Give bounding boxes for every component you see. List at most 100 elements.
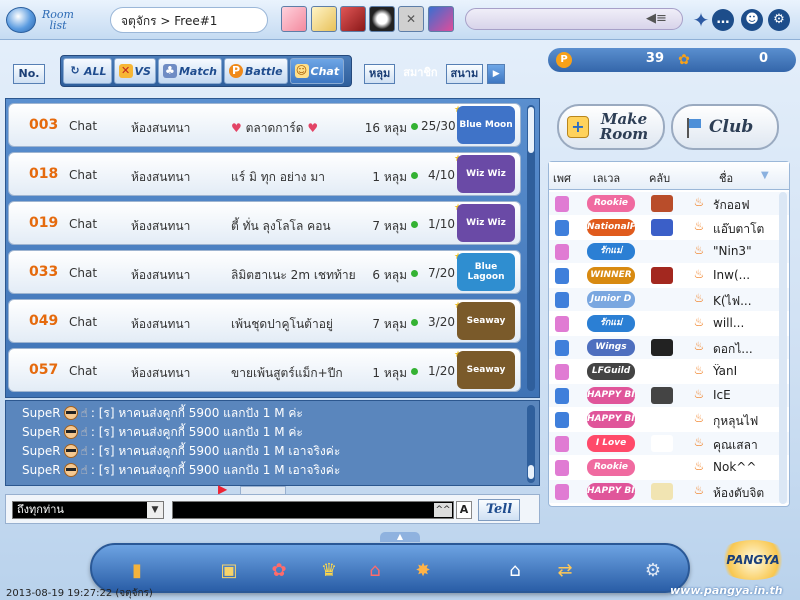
player-row[interactable]: HAPPY BIRTHDAY ♨ IcE — [549, 384, 789, 407]
sparkle-icon[interactable]: ✦ — [690, 9, 712, 31]
chat-resize-handle[interactable] — [240, 486, 286, 494]
male-icon — [555, 292, 569, 308]
sort-number-button[interactable]: No. — [13, 64, 45, 84]
cookie-icon: ✿ — [678, 52, 690, 68]
room-list-button[interactable]: Room list — [6, 4, 78, 36]
scrollbar-thumb[interactable] — [528, 107, 534, 153]
make-room-button[interactable]: + Make Room — [557, 104, 665, 150]
level-column-header[interactable]: เลเวล — [593, 169, 620, 187]
status-icon: ♨ — [693, 459, 705, 473]
megaphone-bar[interactable]: ◀≡ — [465, 8, 683, 30]
chevron-down-icon[interactable]: ▼ — [147, 502, 163, 518]
make-room-label: Make Room — [599, 110, 649, 143]
male-icon — [555, 388, 569, 404]
room-number: 057 — [29, 362, 59, 378]
club-column-header[interactable]: คลับ — [649, 169, 670, 187]
tell-button[interactable]: Tell — [478, 499, 520, 521]
swap-icon[interactable]: ⇄ — [548, 553, 582, 587]
sort-course-button[interactable]: สนาม — [445, 64, 484, 84]
chevron-right-icon[interactable]: ▶ — [487, 64, 506, 84]
player-name: แอ๊บตาโต — [713, 222, 765, 236]
room-row[interactable]: 057 Chat ห้องสนทนา ขายเพ้นสูตร์แม็ก+ปีก 1 หล… — [8, 348, 521, 392]
room-row[interactable]: 019 Chat ห้องสนทนา ตี้ ทั่น ลุงโลโล คอน 7 หล… — [8, 201, 521, 245]
trophy-icon[interactable]: ♛ — [312, 553, 346, 587]
room-row[interactable]: 033 Chat ห้องสนทนา ลิมิตฮาเนะ 2m เชทท้าย 6 ห… — [8, 250, 521, 294]
name-column-header[interactable]: ชื่อ — [719, 169, 733, 187]
dock-toggle[interactable]: ▲ — [380, 532, 420, 542]
home-icon[interactable]: ⌂ — [498, 553, 532, 587]
tab-battle[interactable]: P Battle — [223, 58, 288, 84]
player-list-scrollbar[interactable] — [779, 192, 787, 504]
player-row[interactable]: HAPPY BIRTHDAY ♨ ห้องตับจิต — [549, 480, 789, 503]
course-thumbnail: Seaway — [457, 351, 515, 389]
club-button[interactable]: Club — [671, 104, 779, 150]
mode-tabs: ↻ ALL ✕ VS ♣ Match P Battle ☺ Chat — [60, 55, 352, 87]
room-name: ♥ ตลาดการ์ด ♥ — [231, 119, 351, 138]
player-row[interactable]: Rookie ♨ Nok^^ — [549, 456, 789, 479]
chat-sender[interactable]: SupeR — [22, 444, 61, 458]
sort-holes-button[interactable]: หลุม — [364, 64, 396, 84]
player-avatar-icon[interactable] — [369, 6, 395, 32]
level-badge: WINNER — [587, 267, 635, 284]
player-row[interactable]: NationalPro E ♨ แอ๊บตาโต — [549, 216, 789, 239]
chat-sender[interactable]: SupeR — [22, 463, 61, 477]
ghost-icon[interactable]: ☻ — [741, 9, 763, 31]
player-avatar-icon[interactable] — [428, 6, 454, 32]
match-icon: ♣ — [162, 64, 177, 78]
chat-scrollbar[interactable] — [527, 405, 535, 483]
chat-sender[interactable]: SupeR — [22, 406, 61, 420]
tab-match[interactable]: ♣ Match — [157, 58, 222, 84]
settings-panel-icon[interactable]: ⚙ — [636, 553, 670, 587]
male-icon — [555, 340, 569, 356]
player-row[interactable]: รักแม่ ♨ "Nin3" — [549, 240, 789, 263]
chat-target-select[interactable]: ถึงทุกท่าน ▼ — [12, 501, 164, 519]
chat-text: : [ร] หาคนส่งคูกกี้ 5900 แลกปัง 1 M เอาจ… — [90, 462, 341, 477]
room-row[interactable]: 049 Chat ห้องสนทนา เพ้นชุดปาคูโนต้าอยู่ 7 หล… — [8, 299, 521, 343]
player-row[interactable]: HAPPY BIRTHDAY ♨ กุหลุนไฟ — [549, 408, 789, 431]
tab-vs[interactable]: ✕ VS — [113, 58, 156, 84]
room-list-scrollbar[interactable] — [527, 105, 535, 391]
player-avatar-icon[interactable] — [311, 6, 337, 32]
chat-input[interactable] — [172, 501, 454, 519]
player-row[interactable]: LFGuild ♨ ŸanI — [549, 360, 789, 383]
player-row[interactable]: I Love ♨ คุณเสลา — [549, 432, 789, 455]
club-label: Club — [709, 117, 754, 137]
exit-door-icon[interactable]: ▮ — [120, 553, 154, 587]
gender-column-header[interactable]: เพศ — [553, 169, 571, 187]
room-player-count: 7/20 — [428, 266, 455, 280]
status-icon: ♨ — [693, 339, 705, 353]
player-row[interactable]: WINNER ♨ Inw(... — [549, 264, 789, 287]
gift-icon[interactable]: ✿ — [262, 553, 296, 587]
player-name: K(ไฟ... — [713, 294, 752, 308]
chat-sender[interactable]: SupeR — [22, 425, 61, 439]
status-icon: ♨ — [693, 291, 705, 305]
shop-icon[interactable]: ▣ — [212, 553, 246, 587]
message-icon[interactable]: … — [712, 9, 734, 31]
mailbox-icon[interactable]: ⌂ — [358, 553, 392, 587]
gear-icon[interactable]: ⚙ — [768, 9, 790, 31]
scrollbar-thumb[interactable] — [528, 465, 534, 479]
tab-chat[interactable]: ☺ Chat — [289, 58, 345, 84]
room-name: ลิมิตฮาเนะ 2m เชทท้าย — [231, 266, 356, 285]
tab-all[interactable]: ↻ ALL — [63, 58, 112, 84]
close-icon[interactable]: ✕ — [398, 6, 424, 32]
font-button[interactable]: A — [456, 501, 472, 519]
player-row[interactable]: Wings ♨ ดอกไ... — [549, 336, 789, 359]
player-row[interactable]: Junior D ♨ K(ไฟ... — [549, 288, 789, 311]
sort-down-icon[interactable]: ▼ — [761, 170, 769, 181]
chat-target-value: ถึงทุกท่าน — [17, 503, 64, 516]
room-row[interactable]: 018 Chat ห้องสนทนา แร์ มิ ทุก อย่าง มา 1 หลุ… — [8, 152, 521, 196]
player-name: "Nin3" — [713, 244, 752, 258]
card-icon[interactable]: ✸ — [406, 553, 440, 587]
player-avatar-icon[interactable] — [281, 6, 307, 32]
player-row[interactable]: รักแม่ ♨ will... — [549, 312, 789, 335]
player-row[interactable]: Rookie ♨ รักออฟ — [549, 192, 789, 215]
player-avatar-icon[interactable] — [340, 6, 366, 32]
pointing-hand-icon: ☝ — [80, 406, 88, 420]
room-row[interactable]: 003 Chat ห้องสนทนา ♥ ตลาดการ์ด ♥ 16 หลุม 25/3… — [8, 103, 521, 147]
sort-members-button[interactable]: สมาชิก — [399, 64, 441, 84]
player-name: will... — [713, 316, 745, 330]
female-icon — [555, 316, 569, 332]
room-mode: Chat — [69, 119, 98, 133]
emoticon-button[interactable]: ^^ — [434, 503, 452, 517]
